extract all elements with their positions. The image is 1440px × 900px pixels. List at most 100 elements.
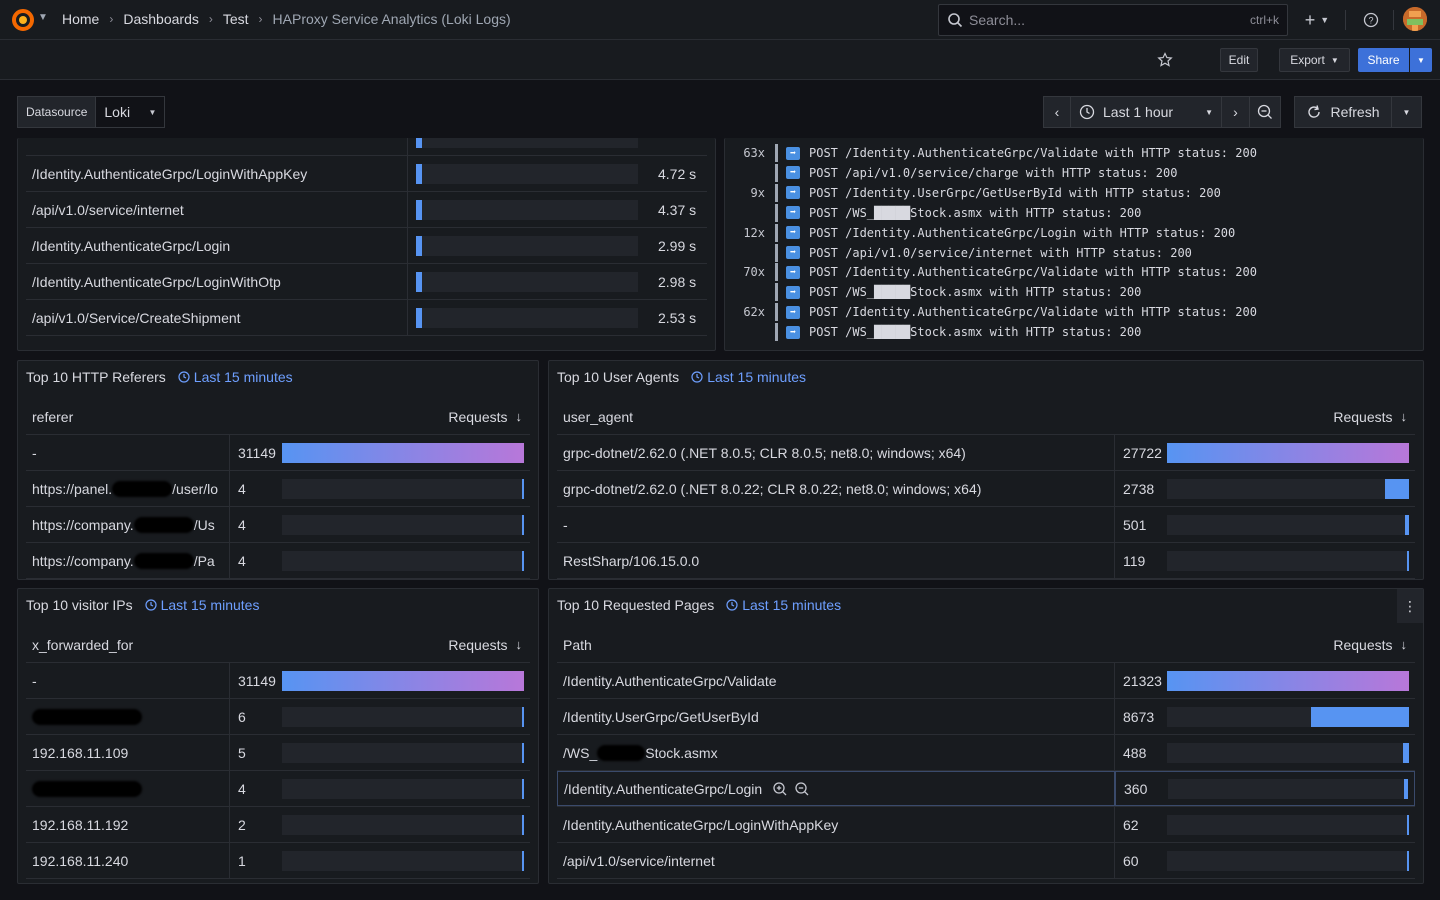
column-header[interactable]: x_forwarded_for (26, 637, 230, 653)
breadcrumb-home[interactable]: Home (62, 11, 99, 27)
zoom-in-icon[interactable] (772, 781, 788, 797)
log-line[interactable]: ➡ POST /WS_█████Stock.asmx with HTTP stat… (725, 203, 1141, 223)
table-row[interactable]: RestSharp/106.15.0.0 119 (557, 543, 1415, 579)
table-row[interactable]: /api/v1.0/Service/CreateShipment 2.53 s (26, 300, 707, 336)
column-header-sort[interactable]: Requests ↓ (230, 637, 530, 653)
avatar[interactable] (1403, 7, 1427, 31)
table-row[interactable]: /WS_ Stock.asmx 488 (557, 735, 1415, 771)
cell-label[interactable]: 192.168.11.240 (26, 843, 230, 878)
table-row[interactable]: -31149 (26, 663, 530, 699)
edit-button[interactable]: Edit (1220, 48, 1258, 72)
cell-label[interactable]: /Identity.AuthenticateGrpc/LoginWithAppK… (557, 807, 1115, 842)
column-header-sort[interactable]: Requests ↓ (1115, 409, 1415, 425)
help-button[interactable]: ? (1359, 8, 1383, 32)
log-line[interactable]: ➡ POST /WS_█████Stock.asmx with HTTP stat… (725, 282, 1141, 302)
log-line[interactable]: 12x ➡ POST /Identity.AuthenticateGrpc/Logi… (725, 223, 1235, 243)
table-row[interactable]: 192.168.11.240 1 (26, 843, 530, 879)
table-row[interactable]: /Identity.AuthenticateGrpc/Login 2.99 s (26, 228, 707, 264)
zoom-out-button[interactable] (1250, 96, 1281, 128)
cell-label[interactable]: https://company./Us (26, 507, 230, 542)
chevron-down-icon[interactable]: ▼ (38, 12, 48, 23)
cell-gauge: 2738 (1115, 471, 1415, 506)
clock-icon (726, 599, 738, 611)
log-line[interactable]: 63x ➡ POST /Identity.AuthenticateGrpc/Vali… (725, 143, 1257, 163)
search-input[interactable]: Search... ctrl+k (938, 4, 1288, 36)
cell-label[interactable]: https://panel./user/lo (26, 471, 230, 506)
export-button[interactable]: Export ▼ (1279, 48, 1350, 72)
refresh-button[interactable]: Refresh (1294, 96, 1392, 128)
table-row[interactable]: /api/v1.0/service/internet 60 (557, 843, 1415, 879)
breadcrumb-test[interactable]: Test (223, 11, 249, 27)
share-button[interactable]: Share (1358, 48, 1409, 72)
cell-label[interactable] (26, 771, 230, 806)
table-row[interactable] (26, 138, 707, 156)
table-row[interactable]: -31149 (26, 435, 530, 471)
star-button[interactable] (1154, 48, 1176, 72)
table-row[interactable]: /Identity.AuthenticateGrpc/Login 360 (557, 771, 1415, 807)
table-row[interactable]: /Identity.AuthenticateGrpc/Validate 21323 (557, 663, 1415, 699)
column-header[interactable]: Path (557, 637, 1115, 653)
cell-label[interactable]: 192.168.11.109 (26, 735, 230, 770)
table-row[interactable]: /Identity.AuthenticateGrpc/LoginWithOtp 2… (26, 264, 707, 300)
request-bar (282, 478, 524, 499)
table-row[interactable]: https://company./Pa 4 (26, 543, 530, 579)
table-row[interactable]: grpc-dotnet/2.62.0 (.NET 8.0.5; CLR 8.0.… (557, 435, 1415, 471)
cell-label[interactable]: /Identity.AuthenticateGrpc/Login (557, 771, 1115, 806)
column-header[interactable]: user_agent (557, 409, 1115, 425)
cell-label[interactable]: https://company./Pa (26, 543, 230, 578)
cell-label[interactable]: /Identity.AuthenticateGrpc/Validate (557, 663, 1115, 698)
log-line[interactable]: ➡ POST /api/v1.0/service/internet with HT… (725, 243, 1192, 263)
time-back-button[interactable]: ‹ (1043, 96, 1071, 128)
cell-label[interactable]: - (26, 435, 230, 470)
column-header[interactable]: referer (26, 409, 230, 425)
grafana-logo-icon[interactable] (10, 8, 36, 32)
table-row[interactable]: 6 (26, 699, 530, 735)
requested-pages-table: Path Requests ↓/Identity.AuthenticateGrpc/… (557, 627, 1415, 879)
cell-label[interactable] (26, 699, 230, 734)
table-row[interactable]: 4 (26, 771, 530, 807)
share-menu-button[interactable]: ▼ (1410, 48, 1432, 72)
cell-label[interactable]: - (557, 507, 1115, 542)
top-referers-panel: Top 10 HTTP Referers Last 15 minutes ref… (17, 360, 539, 580)
table-row[interactable]: 192.168.11.109 5 (26, 735, 530, 771)
cell-label[interactable]: - (26, 663, 230, 698)
cell-gauge: 31149 (230, 663, 530, 698)
time-range-picker[interactable]: Last 1 hour ▼ (1071, 96, 1222, 128)
table-row[interactable]: /Identity.UserGrpc/GetUserById 8673 (557, 699, 1415, 735)
table-row[interactable]: /Identity.AuthenticateGrpc/LoginWithAppK… (26, 156, 707, 192)
datasource-select[interactable]: Loki ▼ (96, 96, 166, 128)
request-count: 8673 (1123, 708, 1155, 725)
cell-label[interactable]: /Identity.UserGrpc/GetUserById (557, 699, 1115, 734)
panel-menu-button[interactable]: ⋮ (1397, 589, 1423, 623)
cell-label[interactable]: grpc-dotnet/2.62.0 (.NET 8.0.5; CLR 8.0.… (557, 435, 1115, 470)
column-header-sort[interactable]: Requests ↓ (1115, 637, 1415, 653)
breadcrumb-dashboards[interactable]: Dashboards (123, 11, 199, 27)
refresh-interval-button[interactable]: ▼ (1392, 96, 1422, 128)
table-row[interactable]: grpc-dotnet/2.62.0 (.NET 8.0.22; CLR 8.0… (557, 471, 1415, 507)
duration-bar-fill (416, 235, 422, 256)
zoom-out-icon[interactable] (794, 781, 810, 797)
time-forward-button[interactable]: › (1222, 96, 1250, 128)
table-row[interactable]: /Identity.AuthenticateGrpc/LoginWithAppK… (557, 807, 1415, 843)
cell-label[interactable]: grpc-dotnet/2.62.0 (.NET 8.0.22; CLR 8.0… (557, 471, 1115, 506)
cell-label[interactable]: /WS_ Stock.asmx (557, 735, 1115, 770)
table-header: Path Requests ↓ (557, 627, 1415, 663)
log-line[interactable]: ➡ POST /WS_█████Stock.asmx with HTTP stat… (725, 322, 1141, 342)
table-row[interactable]: -501 (557, 507, 1415, 543)
log-line[interactable]: 70x ➡ POST /Identity.AuthenticateGrpc/Vali… (725, 262, 1257, 282)
table-row[interactable]: https://panel./user/lo 4 (26, 471, 530, 507)
cell-label[interactable]: RestSharp/106.15.0.0 (557, 543, 1115, 578)
log-line[interactable]: ➡ POST /api/v1.0/service/charge with HTTP… (725, 163, 1177, 183)
column-header-sort[interactable]: Requests ↓ (230, 409, 530, 425)
cell-label[interactable]: /api/v1.0/service/internet (557, 843, 1115, 878)
cell-label[interactable]: 192.168.11.192 (26, 807, 230, 842)
request-bar-fill (1167, 442, 1409, 463)
add-new-button[interactable]: + ▼ (1300, 8, 1334, 32)
redacted-mask (112, 480, 173, 497)
table-row[interactable]: 192.168.11.192 2 (26, 807, 530, 843)
search-icon (948, 13, 963, 28)
table-row[interactable]: /api/v1.0/service/internet 4.37 s (26, 192, 707, 228)
table-row[interactable]: https://company./Us 4 (26, 507, 530, 543)
log-line[interactable]: 62x ➡ POST /Identity.AuthenticateGrpc/Vali… (725, 302, 1257, 322)
log-line[interactable]: 9x ➡ POST /Identity.UserGrpc/GetUserById w… (725, 183, 1221, 203)
